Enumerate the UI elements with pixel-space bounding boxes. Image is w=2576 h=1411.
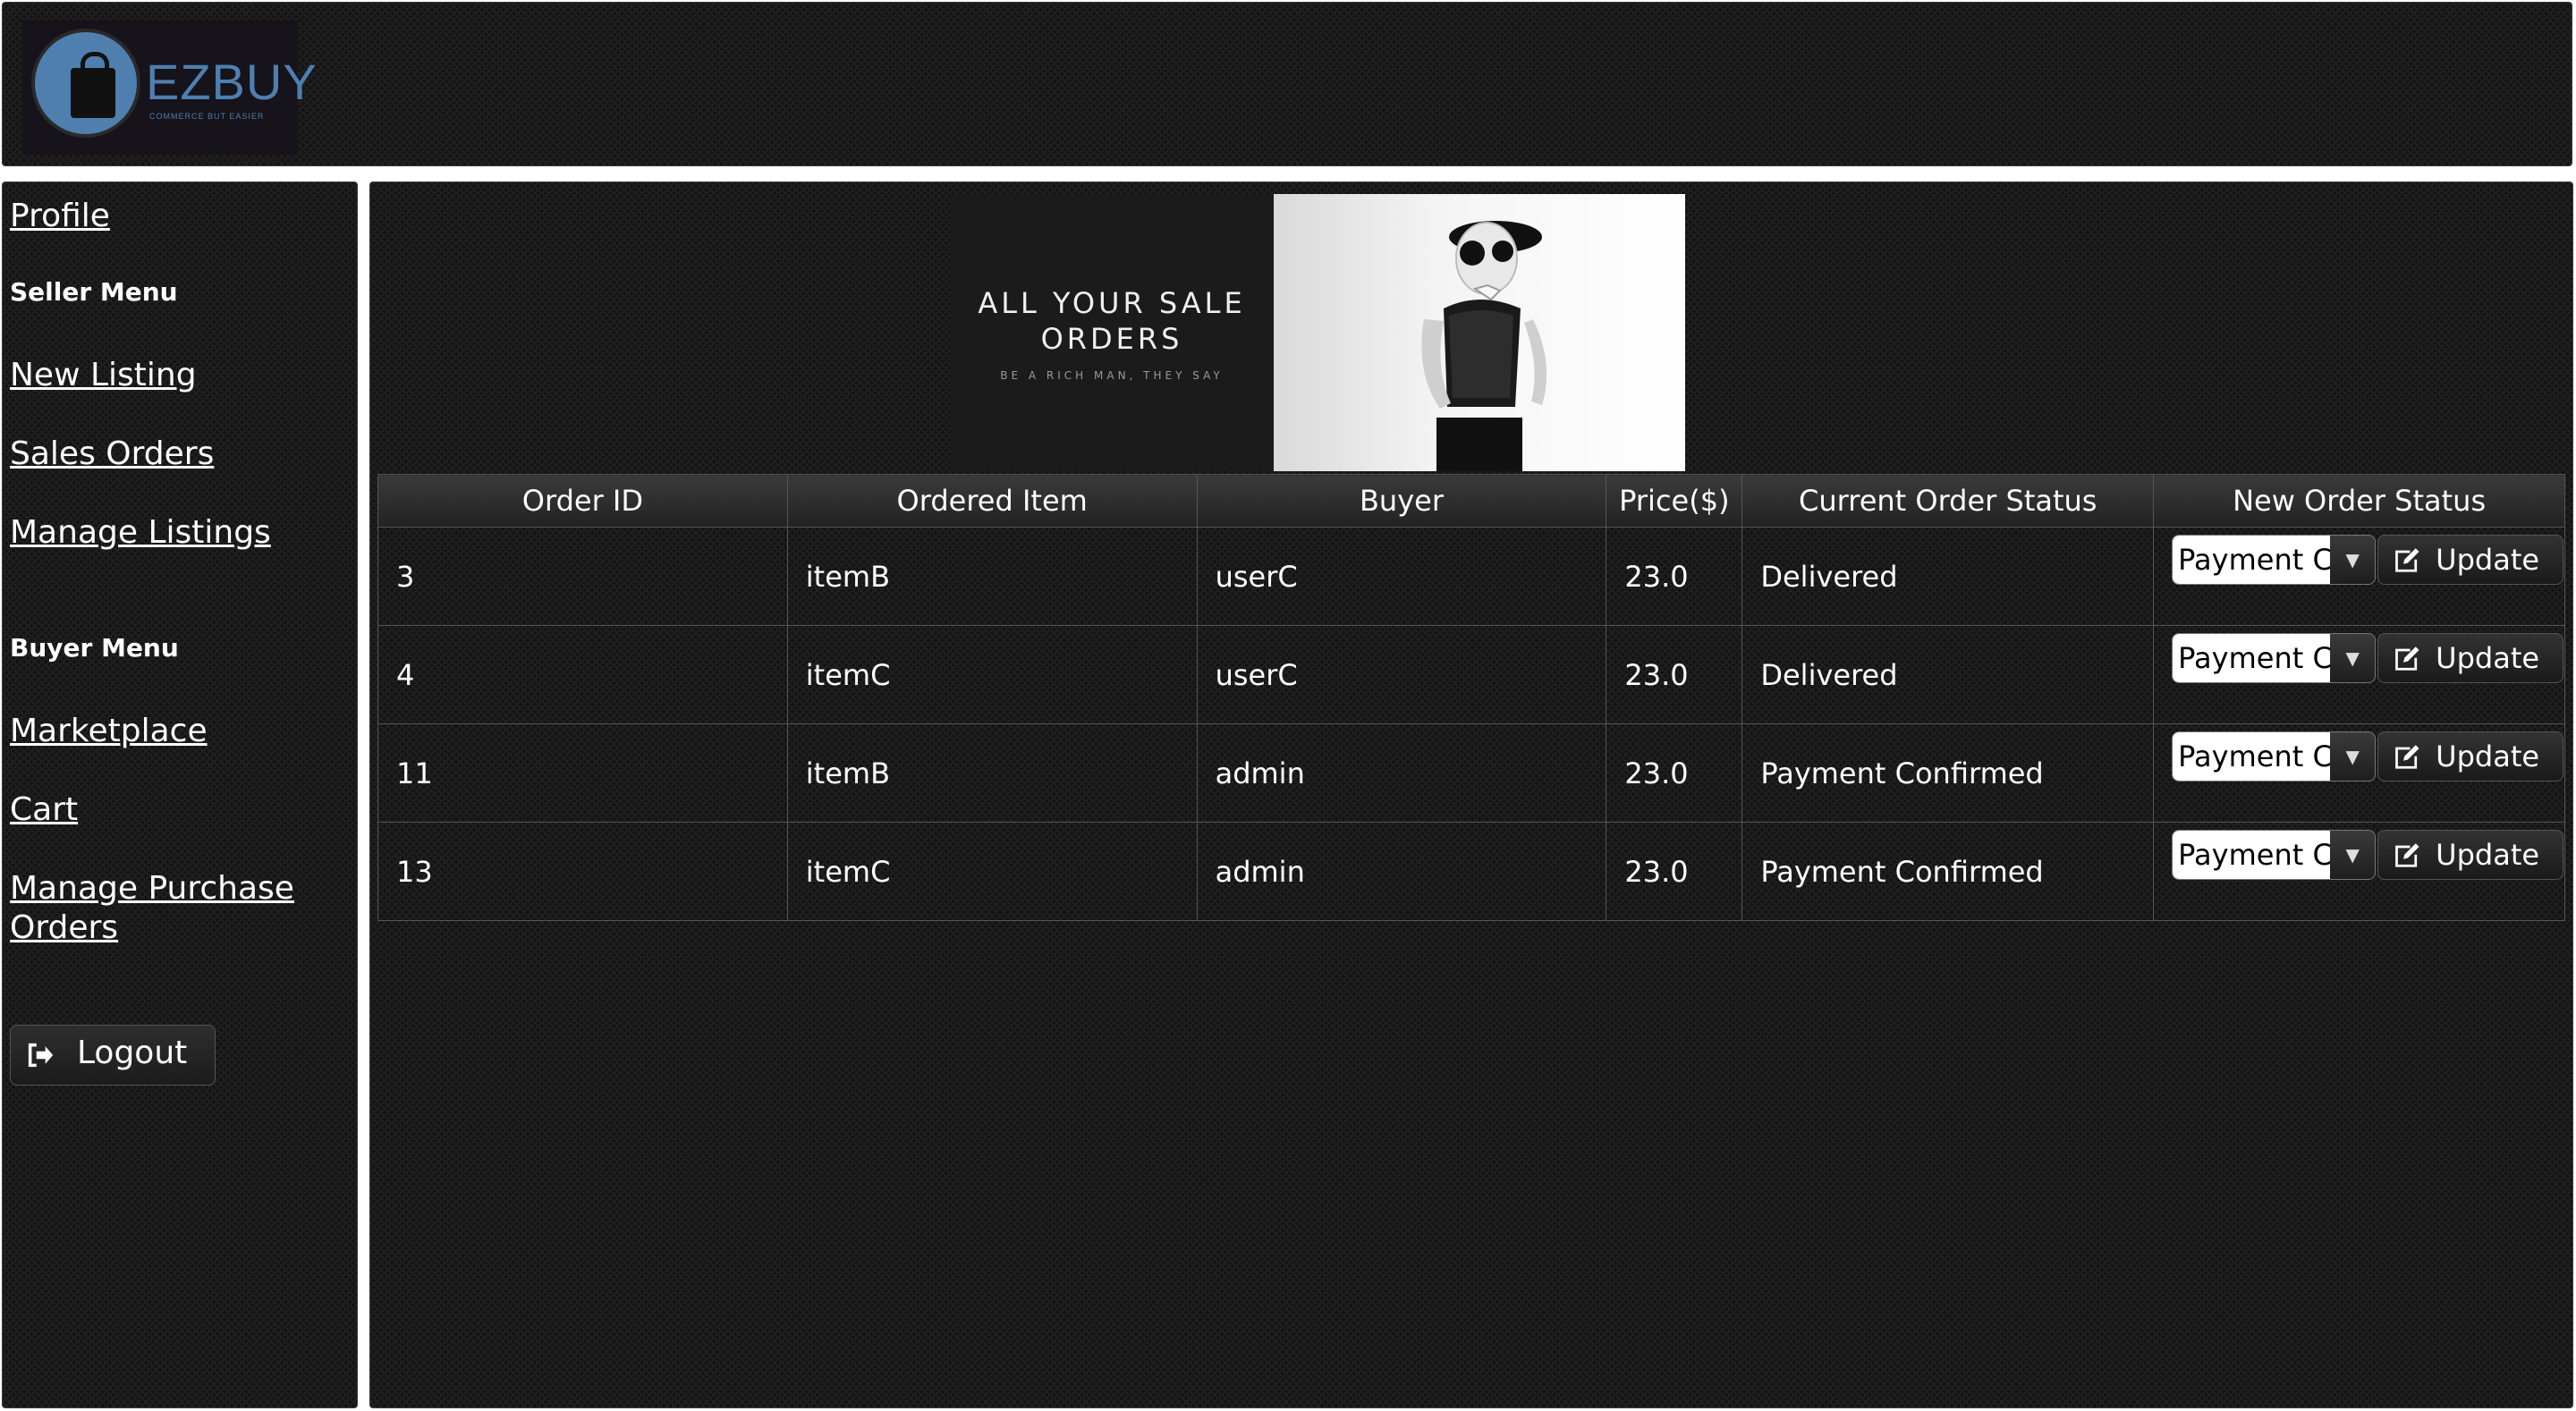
edit-icon — [2395, 646, 2419, 671]
header: EZBUY COMMERCE BUT EASIER — [2, 2, 2572, 166]
banner-photo — [1274, 194, 1685, 471]
update-button-label: Update — [2436, 543, 2540, 577]
column-header-price: Price($) — [1606, 474, 1743, 528]
ordered-item-cell: itemB — [786, 527, 1198, 626]
update-button-label: Update — [2436, 838, 2540, 872]
buyer-cell: admin — [1196, 723, 1607, 823]
column-header-order-id: Order ID — [377, 474, 788, 528]
new-status-cell: Payment Confirmed ▼ Update — [2153, 527, 2565, 626]
new-status-select-value: Payment Confirmed — [2173, 732, 2331, 781]
sidebar-item-manage-purchase-orders[interactable]: Manage Purchase Orders — [10, 869, 314, 948]
sidebar: Profile Seller Menu New Listing Sales Or… — [2, 182, 358, 1408]
edit-icon — [2395, 745, 2419, 769]
sidebar-item-cart[interactable]: Cart — [10, 790, 78, 830]
new-status-select[interactable]: Payment Confirmed ▼ — [2172, 633, 2377, 683]
table-row: 13 itemC admin 23.0 Payment Confirmed Pa… — [377, 822, 2565, 921]
logo-tagline: COMMERCE BUT EASIER — [149, 112, 265, 121]
order-id-cell: 3 — [377, 527, 788, 626]
update-button-label: Update — [2436, 739, 2540, 773]
table-row: 11 itemB admin 23.0 Payment Confirmed Pa… — [377, 723, 2565, 823]
buyer-menu-heading: Buyer Menu — [10, 633, 179, 663]
buyer-cell: admin — [1196, 822, 1607, 921]
logout-label: Logout — [77, 1035, 188, 1071]
sidebar-item-sales-orders[interactable]: Sales Orders — [10, 435, 214, 474]
update-button[interactable]: Update — [2377, 535, 2564, 585]
update-button[interactable]: Update — [2377, 731, 2564, 782]
column-header-new-status: New Order Status — [2153, 474, 2565, 528]
new-status-cell: Payment Confirmed ▼ Update — [2153, 625, 2565, 724]
ordered-item-cell: itemC — [786, 822, 1198, 921]
price-cell: 23.0 — [1606, 625, 1743, 724]
update-button[interactable]: Update — [2377, 830, 2564, 880]
update-button[interactable]: Update — [2377, 633, 2564, 683]
price-cell: 23.0 — [1606, 822, 1743, 921]
buyer-cell: userC — [1196, 625, 1607, 724]
sidebar-item-new-listing[interactable]: New Listing — [10, 356, 197, 395]
new-status-select[interactable]: Payment Confirmed ▼ — [2172, 731, 2377, 782]
update-button-label: Update — [2436, 641, 2540, 675]
new-status-cell: Payment Confirmed ▼ Update — [2153, 723, 2565, 823]
chevron-down-icon: ▼ — [2345, 647, 2360, 669]
sidebar-item-profile[interactable]: Profile — [10, 197, 110, 236]
order-id-cell: 13 — [377, 822, 788, 921]
current-status-cell: Delivered — [1741, 527, 2155, 626]
order-id-cell: 11 — [377, 723, 788, 823]
new-status-cell: Payment Confirmed ▼ Update — [2153, 822, 2565, 921]
sales-banner: ALL YOUR SALE ORDERS BE A RICH MAN, THEY… — [950, 194, 1685, 471]
price-cell: 23.0 — [1606, 527, 1743, 626]
banner-subtitle: BE A RICH MAN, THEY SAY — [1000, 369, 1224, 382]
new-status-select-value: Payment Confirmed — [2173, 634, 2331, 682]
sales-orders-table: Order ID Ordered Item Buyer Price($) Cur… — [377, 474, 2565, 921]
sidebar-item-marketplace[interactable]: Marketplace — [10, 712, 208, 751]
logo-brand-text: EZBUY — [146, 54, 318, 110]
banner-title: ALL YOUR SALE ORDERS — [978, 286, 1246, 356]
price-cell: 23.0 — [1606, 723, 1743, 823]
current-status-cell: Delivered — [1741, 625, 2155, 724]
shopping-bag-icon — [71, 68, 115, 118]
table-header-row: Order ID Ordered Item Buyer Price($) Cur… — [377, 474, 2565, 528]
ezbuy-logo[interactable]: EZBUY COMMERCE BUT EASIER — [22, 21, 317, 155]
buyer-cell: userC — [1196, 527, 1607, 626]
new-status-select-value: Payment Confirmed — [2173, 831, 2331, 879]
logout-button[interactable]: Logout — [10, 1025, 216, 1086]
edit-icon — [2395, 548, 2419, 572]
new-status-select[interactable]: Payment Confirmed ▼ — [2172, 830, 2377, 880]
sidebar-item-manage-listings[interactable]: Manage Listings — [10, 513, 271, 553]
ordered-item-cell: itemC — [786, 625, 1198, 724]
table-row: 4 itemC userC 23.0 Delivered Payment Con… — [377, 625, 2565, 724]
ordered-item-cell: itemB — [786, 723, 1198, 823]
column-header-buyer: Buyer — [1196, 474, 1607, 528]
edit-icon — [2395, 843, 2419, 867]
current-status-cell: Payment Confirmed — [1741, 723, 2155, 823]
seller-menu-heading: Seller Menu — [10, 277, 178, 307]
column-header-ordered-item: Ordered Item — [786, 474, 1198, 528]
order-id-cell: 4 — [377, 625, 788, 724]
main-content: ALL YOUR SALE ORDERS BE A RICH MAN, THEY… — [369, 182, 2573, 1408]
logo-circle — [31, 29, 140, 138]
column-header-current-status: Current Order Status — [1741, 474, 2155, 528]
chevron-down-icon: ▼ — [2345, 549, 2360, 570]
chevron-down-icon: ▼ — [2345, 746, 2360, 767]
new-status-select-value: Payment Confirmed — [2173, 536, 2331, 584]
table-row: 3 itemB userC 23.0 Delivered Payment Con… — [377, 527, 2565, 626]
chevron-down-icon: ▼ — [2345, 844, 2360, 866]
sign-out-icon — [28, 1043, 54, 1068]
new-status-select[interactable]: Payment Confirmed ▼ — [2172, 535, 2377, 585]
fashion-model-image — [1421, 221, 1547, 471]
current-status-cell: Payment Confirmed — [1741, 822, 2155, 921]
